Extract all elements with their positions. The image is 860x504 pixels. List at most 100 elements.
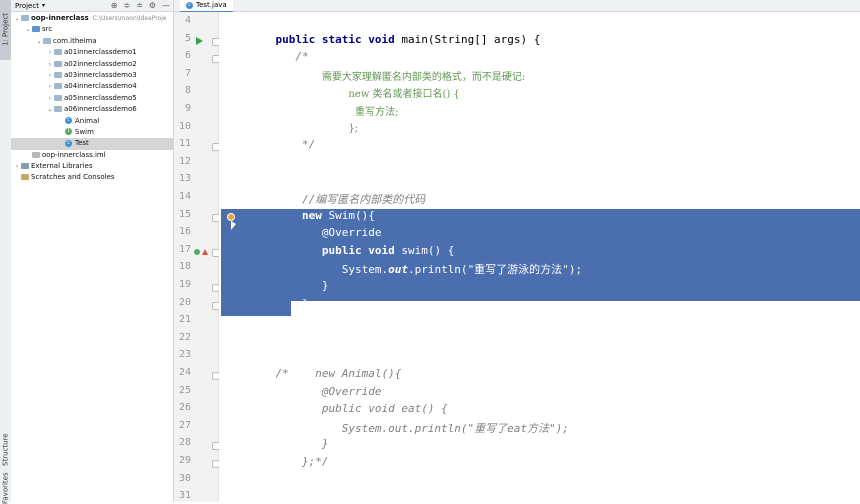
line-number: 8 — [184, 85, 191, 97]
chevron-right-icon[interactable]: › — [46, 47, 54, 58]
chevron-right-icon[interactable]: › — [46, 81, 54, 92]
tree-item[interactable]: › a03innerclassdemo3 — [11, 70, 173, 81]
file-icon — [32, 151, 40, 158]
tree-item-label: Test — [75, 139, 89, 148]
code-token: } — [321, 279, 329, 292]
chevron-down-icon[interactable]: ▾ — [42, 2, 45, 9]
code-line[interactable]: */ — [249, 138, 315, 151]
tree-item[interactable]: Scratches and Consoles — [11, 172, 173, 183]
tree-item[interactable]: c Test — [11, 138, 173, 150]
chevron-right-icon[interactable]: › — [46, 59, 54, 70]
code-line[interactable]: }; — [249, 121, 358, 134]
expand-all-icon[interactable]: ≑ — [123, 1, 130, 10]
code-line[interactable]: System.out.println("重写了游泳的方法"); — [249, 261, 582, 277]
code-line[interactable]: @Override — [249, 226, 382, 239]
structure-tool-tab[interactable]: Structure — [0, 430, 11, 470]
line-number: 15 — [178, 208, 191, 220]
code-line[interactable]: 重写方法; — [249, 103, 398, 118]
code-line[interactable]: @Override — [249, 384, 382, 398]
code-token: }; — [348, 122, 359, 134]
code-line[interactable]: public void swim() { — [249, 244, 454, 257]
tree-item[interactable]: › a01innerclassdemo1 — [11, 47, 173, 58]
editor-gutter[interactable]: 4 5 6 7 8 9 10 11 12 13 14 15 16 17 18 19 20 21 22 23 24 25 26… — [174, 12, 220, 502]
code-token: out — [388, 263, 408, 277]
line-number: 21 — [178, 314, 191, 326]
line-number: 5 — [184, 32, 191, 44]
code-line[interactable]: };*/ — [249, 455, 329, 468]
project-tree[interactable]: ⌄ oop-innerclass C:\Users\moon\IdeaProje ⌄ s… — [11, 12, 173, 184]
chevron-right-icon[interactable]: › — [13, 161, 21, 172]
collapse-all-icon[interactable]: ≐ — [136, 1, 143, 10]
folder-icon — [21, 15, 29, 21]
locate-icon[interactable]: ⊕ — [111, 1, 118, 10]
tree-item[interactable]: › a04innerclassdemo4 — [11, 81, 173, 92]
tree-item[interactable]: c Animal — [11, 116, 173, 127]
chevron-right-icon[interactable]: › — [46, 93, 54, 104]
tree-item-label: a01innerclassdemo1 — [64, 48, 137, 57]
tree-item-label: Animal — [75, 116, 100, 125]
module-path: C:\Users\moon\IdeaProje — [92, 15, 167, 22]
code-token: @Override — [321, 384, 382, 398]
code-line[interactable]: /* — [249, 50, 308, 63]
favorites-tool-tab[interactable]: Favorites — [0, 472, 11, 504]
chevron-down-icon[interactable]: ⌄ — [13, 13, 21, 24]
line-number: 29 — [178, 455, 191, 466]
code-line[interactable]: public static void main(String[] args) { — [249, 32, 541, 46]
tab-label: Test.java — [196, 1, 227, 9]
minimize-icon[interactable]: — — [162, 1, 170, 10]
tree-item-label: com.itheima — [53, 36, 97, 45]
chevron-down-icon[interactable]: ⌄ — [35, 36, 43, 47]
tree-item[interactable]: › a05innerclassdemo5 — [11, 93, 173, 104]
code-line[interactable]: //编写匿名内部类的代码 — [249, 191, 425, 207]
tree-item[interactable]: › a02innerclassdemo2 — [11, 59, 173, 70]
chevron-down-icon[interactable]: ⌄ — [46, 104, 54, 115]
code-token: public static void — [275, 32, 402, 46]
tree-item[interactable]: ⌄ com.itheima — [11, 36, 173, 47]
line-number: 31 — [178, 490, 191, 502]
code-line[interactable]: public void eat() { — [249, 402, 448, 415]
tree-item[interactable]: I Swim — [11, 127, 173, 138]
code-line[interactable]: System.out.println("重写了eat方法"); — [249, 420, 569, 436]
tree-item[interactable]: › External Libraries — [11, 161, 173, 172]
tree-item[interactable]: ⌄ a06innerclassdemo6 — [11, 104, 173, 115]
implements-marker-icon[interactable] — [194, 248, 200, 255]
line-number: 16 — [178, 226, 191, 238]
tree-item[interactable]: oop-innerclass.iml — [11, 150, 173, 161]
code-line[interactable]: /* new Animal(){ — [249, 367, 402, 380]
run-icon[interactable] — [196, 36, 203, 45]
project-tool-tab[interactable]: 1: Project — [0, 0, 11, 60]
tree-item-label: src — [42, 25, 53, 34]
chevron-right-icon[interactable]: › — [46, 70, 54, 81]
tree-item[interactable]: ⌄ oop-innerclass C:\Users\moon\IdeaProje — [11, 13, 173, 24]
line-number: 11 — [178, 138, 191, 150]
chevron-down-icon[interactable]: ⌄ — [24, 24, 32, 35]
code-line[interactable]: new Swim(){ — [249, 209, 375, 222]
code-line[interactable]: } — [249, 437, 329, 450]
tree-item-label: Swim — [75, 127, 94, 136]
code-line[interactable]: new 类名或者接口名() { — [249, 85, 460, 101]
folder-icon — [54, 60, 62, 67]
gear-icon[interactable]: ⚙ — [149, 1, 156, 10]
code-line[interactable]: 需要大家理解匿名内部类的格式，而不是硬记: — [249, 68, 525, 83]
tree-item[interactable]: ⌄ src — [11, 24, 173, 35]
line-number: 27 — [178, 419, 191, 431]
lightbulb-icon[interactable] — [227, 212, 235, 221]
code-line[interactable]: } — [249, 279, 329, 292]
line-number: 23 — [178, 349, 191, 361]
project-panel-title[interactable]: Project — [15, 2, 39, 10]
code-token: System.out.println("重写了eat方法"); — [341, 421, 569, 435]
code-token: public void eat() { — [321, 402, 448, 416]
code-line[interactable]: }; — [249, 297, 315, 310]
code-token: swim() { — [401, 243, 455, 257]
class-icon: c — [186, 1, 193, 9]
code-editor[interactable]: public static void main(String[] args) {… — [219, 12, 860, 502]
code-token: new 类名或者接口名() { — [348, 89, 460, 101]
